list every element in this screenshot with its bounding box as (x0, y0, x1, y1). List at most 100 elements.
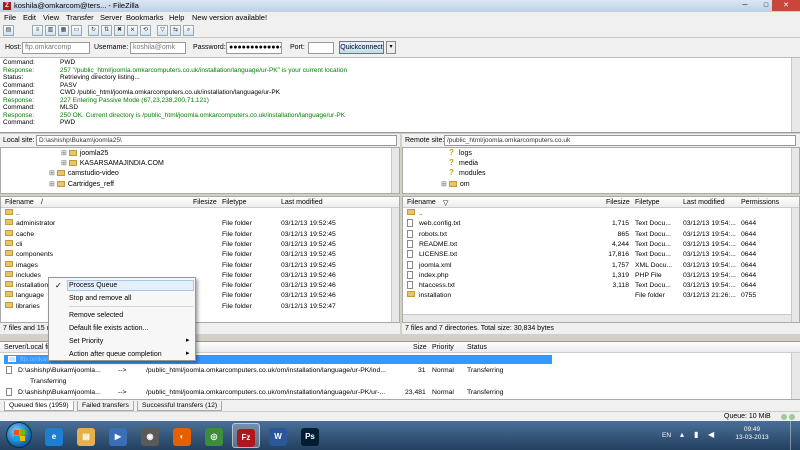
start-button[interactable] (6, 422, 32, 448)
tab-queued-files[interactable]: Queued files (1959) (4, 401, 74, 411)
process-queue-menu-item[interactable]: Process Queue (69, 281, 117, 290)
remote-tree-item[interactable]: ⊞ om (441, 180, 470, 189)
language-indicator[interactable]: EN (662, 432, 671, 440)
host-input[interactable]: ftp.omkarcomp (22, 42, 90, 54)
remote-list-scrollbar[interactable] (791, 208, 799, 322)
local-tree-item[interactable]: ⊞ KASARSAMAJINDIA.COM (61, 159, 164, 168)
toggle-local-tree-icon[interactable]: ▥ (45, 25, 56, 36)
remote-file-row[interactable]: .. (403, 209, 791, 219)
password-input[interactable]: ●●●●●●●●●●●●● (226, 42, 282, 54)
local-file-row[interactable]: images File folder 03/12/13 19:52:45 (1, 260, 391, 271)
local-site-input[interactable]: D:\ashishp\Bukam\joomla25\ (36, 135, 397, 146)
local-file-row[interactable]: administrator File folder 03/12/13 19:52:4… (1, 219, 391, 229)
local-tree-item[interactable]: ⊞ Cartridges_reff (49, 180, 114, 189)
toggle-remote-tree-icon[interactable]: ▦ (58, 25, 69, 36)
stop-remove-all-menu-item[interactable]: Stop and remove all (69, 294, 131, 303)
remote-tree-item[interactable]: ? media (449, 159, 478, 168)
remote-tree-item[interactable]: ? modules (449, 169, 485, 178)
local-tree-item[interactable]: ⊞ camstudio-video (49, 169, 119, 178)
network-icon[interactable]: ▮ (694, 431, 698, 439)
remote-site-input[interactable]: /public_html/joomla.omkarcomputers.co.uk (444, 135, 796, 146)
remote-file-row[interactable]: LICENSE.txt 17,816 Text Docu... 03/12/13 19… (403, 250, 791, 260)
disconnect-icon[interactable]: ⨯ (127, 25, 138, 36)
col-size[interactable]: Size (413, 344, 427, 351)
remote-file-row[interactable]: htaccess.txt 3,118 Text Docu... 03/12/13 19… (403, 281, 791, 291)
remote-file-row[interactable]: installation File folder 03/12/13 21:26:..… (403, 291, 791, 301)
set-priority-menu-item[interactable]: Set Priority (69, 337, 103, 346)
taskbar-word-button[interactable]: W (264, 423, 292, 448)
search-icon[interactable]: ⌕ (183, 25, 194, 36)
remote-list-hscrollbar[interactable] (403, 314, 791, 322)
remote-file-row[interactable]: web.config.txt 1,715 Text Docu... 03/12/13 … (403, 219, 791, 229)
taskbar-explorer-button[interactable]: ▤ (72, 423, 100, 448)
minimize-button[interactable]: ─ (735, 0, 755, 11)
local-tree-item[interactable]: ⊞ joomla25 (61, 149, 108, 158)
toggle-queue-icon[interactable]: ▭ (71, 25, 82, 36)
close-button[interactable]: ✕ (772, 0, 800, 11)
cancel-icon[interactable]: ✖ (114, 25, 125, 36)
local-file-row[interactable]: components File folder 03/12/13 19:52:45 (1, 250, 391, 260)
menu-edit[interactable]: Edit (23, 13, 36, 22)
remove-selected-menu-item[interactable]: Remove selected (69, 311, 123, 320)
queue-local-path[interactable]: D:\ashishp\Bukam\joomla... (18, 366, 101, 375)
username-input[interactable]: koshila@omk (130, 42, 186, 54)
remote-file-row[interactable]: joomla.xml 1,757 XML Docu... 03/12/13 19:54… (403, 260, 791, 271)
log-scrollbar[interactable] (791, 58, 800, 132)
local-list-scrollbar[interactable] (391, 208, 399, 322)
refresh-icon[interactable]: ↻ (88, 25, 99, 36)
port-input[interactable] (308, 42, 334, 54)
quickconnect-button[interactable]: Quickconnect (339, 41, 384, 54)
local-file-row[interactable]: cache File folder 03/12/13 19:52:45 (1, 229, 391, 240)
taskbar-filezilla-button[interactable]: Fz (232, 423, 260, 448)
filter-icon[interactable]: ▽ (157, 25, 168, 36)
col-filetype[interactable]: Filetype (222, 199, 247, 206)
queue-local-path[interactable]: D:\ashishp\Bukam\joomla... (18, 388, 101, 397)
col-server-local-file[interactable]: Server/Local fi (4, 344, 49, 351)
col-filename[interactable]: Filename (407, 199, 436, 206)
taskbar-media-button[interactable]: ▶ (104, 423, 132, 448)
menu-transfer[interactable]: Transfer (66, 13, 94, 22)
remote-file-row[interactable]: robots.txt 865 Text Docu... 03/12/13 19:54:… (403, 229, 791, 240)
taskbar-photoshop-button[interactable]: Ps (296, 423, 324, 448)
local-file-row[interactable]: cli File folder 03/12/13 19:52:45 (1, 239, 391, 250)
remote-tree-item[interactable]: ? logs (449, 149, 472, 158)
process-queue-icon[interactable]: ⇅ (101, 25, 112, 36)
local-file-row[interactable]: .. (1, 209, 391, 219)
remote-file-row[interactable]: README.txt 4,244 Text Docu... 03/12/13 19:5… (403, 239, 791, 250)
menu-bookmarks[interactable]: Bookmarks (126, 13, 164, 22)
toggle-log-icon[interactable]: ≡ (32, 25, 43, 36)
col-filesize[interactable]: Filesize (606, 199, 630, 206)
col-permissions[interactable]: Permissions (741, 199, 779, 206)
queue-remote-path[interactable]: /public_html/joomla.omkarcomputers.co.uk… (146, 388, 404, 397)
tray-expand-icon[interactable]: ▴ (680, 431, 684, 439)
taskbar-camstudio-button[interactable]: ◉ (136, 423, 164, 448)
show-desktop-button[interactable] (790, 421, 800, 450)
queue-scrollbar[interactable] (791, 353, 800, 399)
menu-view[interactable]: View (43, 13, 59, 22)
menu-help[interactable]: Help (169, 13, 184, 22)
taskbar-chrome-button[interactable]: ◎ (200, 423, 228, 448)
col-status[interactable]: Status (467, 344, 487, 351)
menu-server[interactable]: Server (100, 13, 122, 22)
local-tree-scrollbar[interactable] (391, 148, 399, 193)
site-manager-icon[interactable]: ▤ (3, 25, 14, 36)
clock[interactable]: 09:49 13-03-2013 (730, 426, 774, 442)
action-after-queue-menu-item[interactable]: Action after queue completion (69, 350, 162, 359)
col-priority[interactable]: Priority (432, 344, 454, 351)
quickconnect-dropdown-icon[interactable]: ▾ (386, 41, 396, 54)
volume-icon[interactable]: ◀ (708, 431, 714, 439)
reconnect-icon[interactable]: ⟲ (140, 25, 151, 36)
queue-remote-path[interactable]: /public_html/joomla.omkarcomputers.co.uk… (146, 366, 404, 375)
sync-browse-icon[interactable]: ⇆ (170, 25, 181, 36)
remote-file-row[interactable]: index.php 1,319 PHP File 03/12/13 19:54:...… (403, 270, 791, 281)
taskbar-firefox-button[interactable]: ◐ (168, 423, 196, 448)
col-last-modified[interactable]: Last modified (683, 199, 725, 206)
tab-failed-transfers[interactable]: Failed transfers (77, 401, 134, 411)
col-filetype[interactable]: Filetype (635, 199, 660, 206)
menu-file[interactable]: File (4, 13, 16, 22)
tab-successful-transfers[interactable]: Successful transfers (12) (137, 401, 223, 411)
col-filesize[interactable]: Filesize (193, 199, 217, 206)
taskbar-ie-button[interactable]: e (40, 423, 68, 448)
col-filename[interactable]: Filename (5, 199, 34, 206)
col-last-modified[interactable]: Last modified (281, 199, 323, 206)
